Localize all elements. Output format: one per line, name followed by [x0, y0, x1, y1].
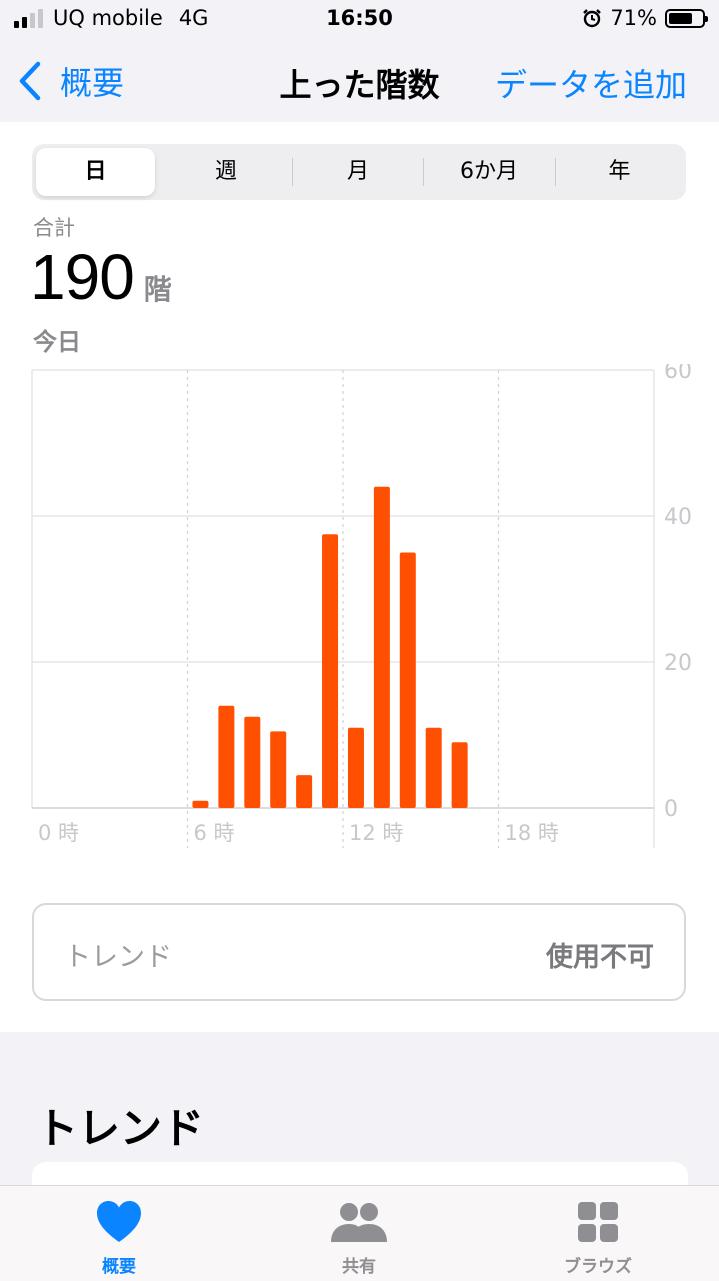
- grid-icon: [528, 1198, 668, 1246]
- chart-bar: [218, 705, 235, 808]
- total-value: 190: [30, 241, 135, 313]
- status-bar: UQ mobile 4G 16:50 71%: [0, 0, 719, 40]
- segment-month[interactable]: 月: [294, 148, 422, 196]
- alarm-icon: [583, 9, 602, 28]
- period-segmented-control: 日 週 月 6か月 年: [32, 144, 686, 200]
- y-tick-label: 60: [664, 364, 692, 384]
- status-right: 71%: [582, 6, 708, 30]
- date-label: 今日: [33, 328, 81, 356]
- section-title: トレンド: [36, 1104, 205, 1153]
- tab-summary[interactable]: 概要: [49, 1198, 189, 1277]
- x-tick-label: 0 時: [38, 821, 79, 845]
- segment-divider: [292, 158, 293, 186]
- total-label: 合計: [33, 216, 75, 240]
- total-unit: 階: [143, 273, 172, 306]
- y-tick-label: 40: [664, 505, 692, 530]
- x-tick-label: 6 時: [194, 821, 235, 845]
- chart-bar: [192, 800, 209, 808]
- chart-bar: [373, 486, 390, 808]
- segment-divider: [555, 158, 556, 186]
- tab-label: ブラウズ: [564, 1257, 632, 1277]
- chart-bar: [322, 534, 339, 808]
- segment-year[interactable]: 年: [557, 148, 682, 196]
- chart-bar: [425, 727, 442, 808]
- chart-bar: [296, 775, 313, 808]
- floors-bar-chart[interactable]: 60 40 20 0 0 時 6 時 12 時 18 時: [0, 364, 719, 854]
- heart-icon: [49, 1198, 189, 1246]
- trend-card[interactable]: トレンド 使用不可: [32, 903, 686, 1001]
- chart-bar: [270, 731, 287, 808]
- y-tick-label: 0: [664, 797, 678, 822]
- add-data-button[interactable]: データを追加: [495, 60, 687, 106]
- tab-browse[interactable]: ブラウズ: [528, 1198, 668, 1277]
- total-row: 190 階: [30, 240, 172, 314]
- x-tick-label: 12 時: [349, 821, 403, 845]
- chart-card: 日 週 月 6か月 年 合計 190 階 今日 60 40 20 0 0 時 6 時 12 …: [0, 122, 719, 1032]
- battery-icon: [665, 8, 708, 28]
- chart-bar: [347, 727, 364, 808]
- trend-value: 使用不可: [546, 942, 654, 973]
- people-icon: [289, 1198, 429, 1246]
- y-tick-label: 20: [664, 651, 692, 676]
- segment-day[interactable]: 日: [36, 148, 155, 196]
- chart-bar: [399, 552, 416, 808]
- x-tick-label: 18 時: [505, 821, 559, 845]
- battery-percent: 71%: [610, 6, 657, 30]
- tab-label: 共有: [342, 1257, 376, 1277]
- chart-bar: [451, 742, 468, 808]
- segment-week[interactable]: 週: [162, 148, 290, 196]
- tab-sharing[interactable]: 共有: [289, 1198, 429, 1277]
- trend-label: トレンド: [64, 942, 172, 973]
- segment-6months[interactable]: 6か月: [425, 148, 553, 196]
- tab-label: 概要: [102, 1257, 136, 1277]
- tab-bar: 概要 共有 ブラウズ: [0, 1185, 719, 1281]
- chart-bar: [244, 716, 261, 808]
- segment-divider: [423, 158, 424, 186]
- navigation-bar: 概要 上った階数 データを追加: [0, 40, 719, 122]
